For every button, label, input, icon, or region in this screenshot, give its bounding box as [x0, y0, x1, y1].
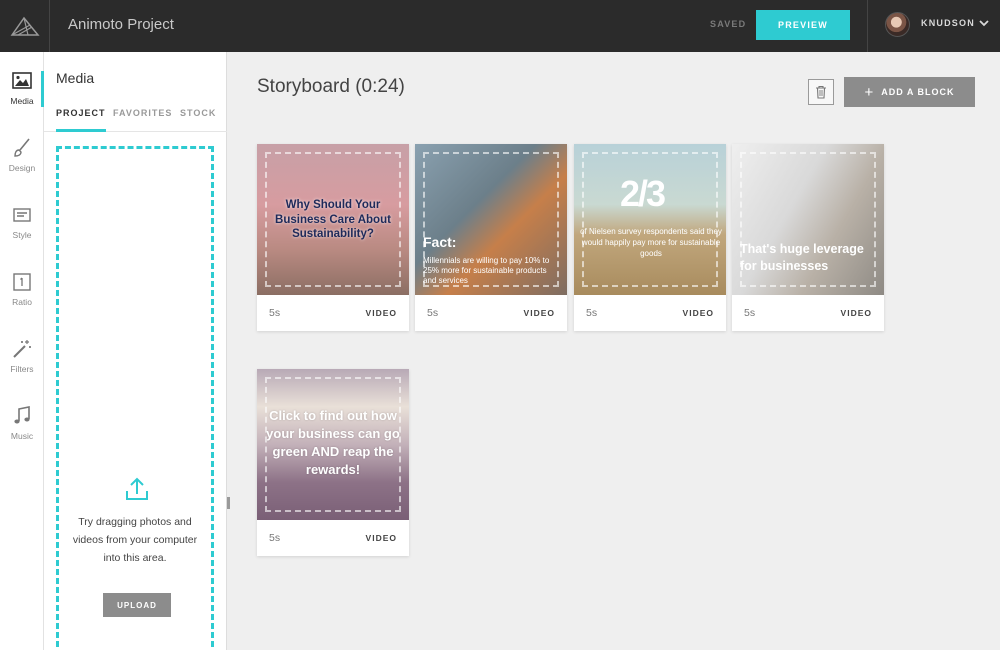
card-duration: 5s [427, 307, 439, 319]
tab-stock[interactable]: STOCK [180, 108, 216, 132]
media-tabs: PROJECT FAVORITES STOCK [44, 104, 227, 132]
card-duration: 5s [269, 532, 281, 544]
card-type: VIDEO [365, 308, 397, 318]
card-overlay-subtext: Millennials are willing to pay 10% to 25… [423, 256, 550, 285]
card-overlay-text: Click to find out how your business can … [266, 408, 400, 477]
rail-item-label: Filters [10, 364, 34, 374]
card-duration: 5s [744, 307, 756, 319]
card-type: VIDEO [365, 533, 397, 543]
rail-item-media[interactable]: Media [0, 52, 44, 108]
brush-icon [14, 138, 30, 157]
storyboard-title: Storyboard (0:24) [257, 76, 405, 97]
panel-resize-handle[interactable] [227, 497, 230, 509]
text-style-icon [13, 208, 31, 222]
project-title[interactable]: Animoto Project [68, 0, 174, 52]
card-thumbnail: 2/3 of Nielsen survey respondents said t… [574, 144, 726, 295]
card-type: VIDEO [523, 308, 555, 318]
card-type: VIDEO [682, 308, 714, 318]
card-thumbnail: That's huge leverage for businesses [732, 144, 884, 295]
card-duration: 5s [586, 307, 598, 319]
user-avatar[interactable] [885, 12, 910, 37]
card-overlay-text: Fact: [423, 234, 457, 250]
preview-button[interactable]: PREVIEW [756, 10, 850, 40]
storyboard-card[interactable]: Fact: Millennials are willing to pay 10%… [415, 144, 567, 331]
rail-item-style[interactable]: Style [0, 186, 44, 242]
music-note-icon [14, 406, 30, 424]
saved-status: SAVED [710, 19, 747, 29]
upload-icon [126, 477, 148, 500]
rail-item-label: Style [12, 230, 32, 240]
rail-item-design[interactable]: Design [0, 119, 44, 175]
storyboard-card[interactable]: That's huge leverage for businesses 5s V… [732, 144, 884, 331]
card-overlay-text: That's huge leverage for businesses [740, 242, 864, 273]
trash-icon [816, 85, 826, 99]
dropzone-instructions: Try dragging photos and videos from your… [72, 516, 198, 564]
rail-item-music[interactable]: Music [0, 387, 44, 443]
top-bar: Animoto Project SAVED PREVIEW KNUDSON [0, 0, 1000, 52]
media-panel: Media PROJECT FAVORITES STOCK Try draggi… [44, 52, 227, 650]
topbar-divider [867, 0, 868, 52]
rail-item-label: Media [10, 96, 34, 106]
card-thumbnail: Why Should Your Business Care About Sust… [257, 144, 409, 295]
tool-rail: Media Design Style Ratio Filters Music [0, 52, 44, 650]
rail-item-label: Design [8, 163, 36, 173]
delete-button[interactable] [808, 79, 834, 105]
ratio-icon [13, 273, 31, 291]
upload-dropzone[interactable]: Try dragging photos and videos from your… [56, 146, 214, 650]
storyboard-card[interactable]: Click to find out how your business can … [257, 369, 409, 556]
media-panel-title: Media [56, 70, 95, 86]
rail-item-label: Ratio [12, 297, 32, 307]
magic-wand-icon [13, 340, 31, 358]
card-overlay-text: Why Should Your Business Care About Sust… [275, 199, 391, 240]
rail-item-filters[interactable]: Filters [0, 320, 44, 376]
tab-project[interactable]: PROJECT [56, 108, 106, 132]
plus-icon: + [864, 83, 875, 101]
animoto-logo-icon[interactable] [0, 0, 50, 52]
rail-item-label: Music [10, 431, 34, 441]
rail-item-ratio[interactable]: Ratio [0, 253, 44, 309]
card-overlay-subtext: of Nielsen survey respondents said they … [580, 227, 722, 258]
storyboard-card[interactable]: Why Should Your Business Care About Sust… [257, 144, 409, 331]
image-icon [12, 72, 32, 89]
card-duration: 5s [269, 307, 281, 319]
card-thumbnail: Click to find out how your business can … [257, 369, 409, 520]
add-block-label: ADD A BLOCK [881, 87, 955, 97]
chevron-down-icon[interactable] [978, 17, 990, 29]
username[interactable]: KNUDSON [921, 0, 975, 52]
storyboard-card[interactable]: 2/3 of Nielsen survey respondents said t… [574, 144, 726, 331]
add-block-button[interactable]: + ADD A BLOCK [844, 77, 975, 107]
tab-favorites[interactable]: FAVORITES [113, 108, 172, 132]
card-overlay-text: 2/3 [620, 173, 666, 214]
upload-button[interactable]: UPLOAD [103, 593, 171, 617]
card-type: VIDEO [840, 308, 872, 318]
card-thumbnail: Fact: Millennials are willing to pay 10%… [415, 144, 567, 295]
